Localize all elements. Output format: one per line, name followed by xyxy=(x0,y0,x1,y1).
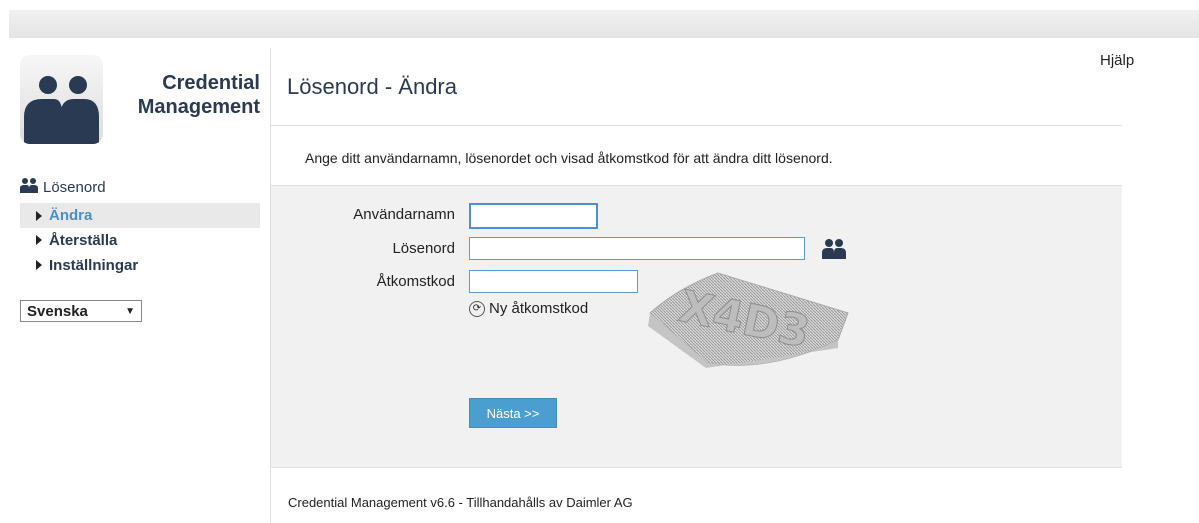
code-label: Åtkomstkod xyxy=(376,273,455,290)
password-label: Lösenord xyxy=(392,240,455,257)
code-input[interactable] xyxy=(469,270,638,293)
top-bar xyxy=(9,10,1199,38)
users-logo-icon xyxy=(24,76,99,144)
app-title: Credential Management xyxy=(110,71,260,119)
new-code-link[interactable]: ⟳ Ny åtkomstkod xyxy=(469,300,588,317)
nav-item-installningar[interactable]: Inställningar xyxy=(20,252,260,278)
intro-text: Ange ditt användarnamn, lösenordet och v… xyxy=(305,150,833,166)
nav-group-label: Lösenord xyxy=(43,178,106,196)
captcha-image: X4D3 xyxy=(648,268,853,378)
footer-text: Credential Management v6.6 - Tillhandahå… xyxy=(288,495,633,510)
nav-group-password: Lösenord Ändra Återställa Inställningar xyxy=(20,177,260,278)
nav-group-header: Lösenord xyxy=(20,177,260,197)
language-select[interactable]: Svenska ▼ xyxy=(20,300,142,322)
username-input[interactable] xyxy=(469,203,598,229)
nav-item-label: Ändra xyxy=(49,207,93,224)
divider xyxy=(271,125,1122,126)
nav-item-andra[interactable]: Ändra xyxy=(20,203,260,228)
page-title: Lösenord - Ändra xyxy=(287,74,457,99)
new-code-label: Ny åtkomstkod xyxy=(489,300,589,317)
language-selected: Svenska xyxy=(27,302,88,320)
triangle-right-icon xyxy=(36,235,42,245)
refresh-icon: ⟳ xyxy=(469,300,485,317)
username-label: Användarnamn xyxy=(353,206,455,223)
password-input[interactable] xyxy=(469,237,805,260)
triangle-right-icon xyxy=(36,210,42,221)
nav-item-label: Återställa xyxy=(49,231,118,249)
nav-item-aterstalla[interactable]: Återställa xyxy=(20,228,260,252)
triangle-right-icon xyxy=(36,260,42,270)
help-link[interactable]: Hjälp xyxy=(1100,52,1134,69)
next-button[interactable]: Nästa >> xyxy=(469,398,557,428)
nav-item-label: Inställningar xyxy=(49,256,139,274)
users-icon[interactable] xyxy=(821,237,847,264)
caret-down-icon: ▼ xyxy=(125,305,135,317)
users-icon xyxy=(20,177,38,197)
app-title-line1: Credential xyxy=(162,72,260,94)
app-title-line2: Management xyxy=(137,96,260,118)
app-logo xyxy=(20,55,103,144)
